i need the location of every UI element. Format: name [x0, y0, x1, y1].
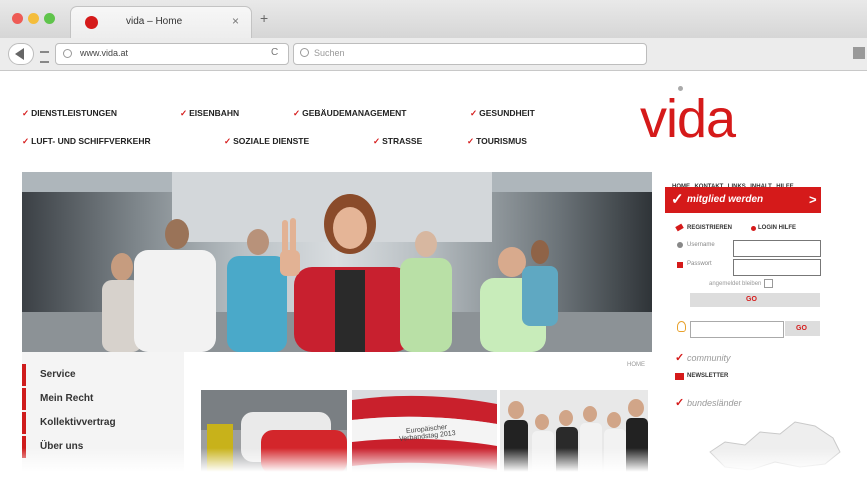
remember-checkbox[interactable]: [764, 279, 773, 288]
tab-title: vida – Home: [126, 16, 183, 27]
category-link[interactable]: ✓ STRASSE: [373, 136, 422, 147]
check-icon: ✓: [470, 108, 478, 118]
search-icon: [300, 48, 309, 57]
new-tab-button[interactable]: +: [260, 10, 268, 26]
toolbar-menu-icon[interactable]: [853, 47, 865, 59]
site-identity-icon: [63, 49, 72, 58]
hero-image: [22, 172, 652, 352]
check-icon: ✓: [224, 136, 232, 146]
newsletter-icon: [675, 373, 684, 380]
reader-view-icon[interactable]: [40, 51, 49, 63]
check-icon: ✓: [22, 108, 30, 118]
site-search-input[interactable]: [690, 321, 784, 338]
username-label: Username: [687, 242, 715, 248]
password-label: Passwort: [687, 261, 712, 267]
check-icon: ✓: [22, 136, 30, 146]
login-button-label: GO: [746, 296, 757, 303]
window-zoom-button[interactable]: [44, 13, 55, 24]
address-bar[interactable]: www.vida.at C: [55, 43, 289, 65]
bottom-fade-overlay: [0, 448, 867, 482]
sidebar-item-service[interactable]: Service: [22, 364, 184, 386]
search-placeholder: Suchen: [314, 48, 345, 58]
login-help-link[interactable]: LOGIN HILFE: [758, 225, 796, 231]
remember-label: angemeldet bleiben: [709, 281, 762, 287]
register-link[interactable]: REGISTRIEREN: [687, 225, 732, 231]
community-link[interactable]: community: [687, 353, 731, 363]
sidebar-item-kollektivvertrag[interactable]: Kollektivvertrag: [22, 412, 184, 434]
sidebar-item-mein-recht[interactable]: Mein Recht: [22, 388, 184, 410]
username-input[interactable]: [733, 240, 821, 257]
category-link[interactable]: ✓ EISENBAHN: [180, 108, 239, 119]
window-minimize-button[interactable]: [28, 13, 39, 24]
bundeslaender-link[interactable]: bundesländer: [687, 398, 742, 408]
window-close-button[interactable]: [12, 13, 23, 24]
key-icon: [751, 226, 756, 231]
tab-close-icon[interactable]: ×: [232, 14, 239, 28]
back-button[interactable]: [8, 43, 34, 65]
browser-tab[interactable]: vida – Home ×: [70, 6, 252, 39]
category-link[interactable]: ✓ GEBÄUDEMANAGEMENT: [293, 108, 407, 119]
check-icon: ✓: [675, 397, 685, 409]
vida-logo[interactable]: vida: [640, 92, 736, 146]
check-icon: ✓: [293, 108, 301, 118]
site-search-button-label: GO: [796, 325, 807, 332]
category-link[interactable]: ✓ SOZIALE DIENSTE: [224, 136, 309, 147]
member-cta-button[interactable]: ✓ mitglied werden >: [665, 187, 821, 213]
check-icon: ✓: [671, 191, 684, 208]
search-bar[interactable]: Suchen: [293, 43, 647, 65]
check-icon: ✓: [373, 136, 381, 146]
back-arrow-icon: [15, 48, 24, 60]
chevron-right-icon: >: [809, 192, 817, 207]
member-cta-label: mitglied werden: [687, 194, 764, 205]
pen-icon: [675, 223, 684, 232]
url-text: www.vida.at: [80, 48, 129, 58]
reload-icon[interactable]: C: [271, 47, 278, 58]
user-icon: [677, 242, 683, 248]
lightbulb-icon: [677, 321, 686, 332]
category-link[interactable]: ✓ LUFT- UND SCHIFFVERKEHR: [22, 136, 151, 147]
lock-icon: [677, 262, 683, 268]
category-link[interactable]: ✓ TOURISMUS: [467, 136, 527, 147]
check-icon: ✓: [467, 136, 475, 146]
newsletter-link[interactable]: NEWSLETTER: [687, 373, 728, 379]
hero-photo-illustration: [22, 172, 652, 352]
site-search-button[interactable]: GO: [785, 321, 820, 336]
check-icon: ✓: [675, 352, 685, 364]
vida-favicon-icon: [85, 16, 98, 29]
password-input[interactable]: [733, 259, 821, 276]
check-icon: ✓: [180, 108, 188, 118]
breadcrumb-home[interactable]: HOME: [627, 362, 645, 368]
login-button[interactable]: GO: [690, 293, 820, 307]
logo-accent-dot: [678, 86, 683, 91]
category-link[interactable]: ✓ DIENSTLEISTUNGEN: [22, 108, 117, 119]
category-link[interactable]: ✓ GESUNDHEIT: [470, 108, 535, 119]
